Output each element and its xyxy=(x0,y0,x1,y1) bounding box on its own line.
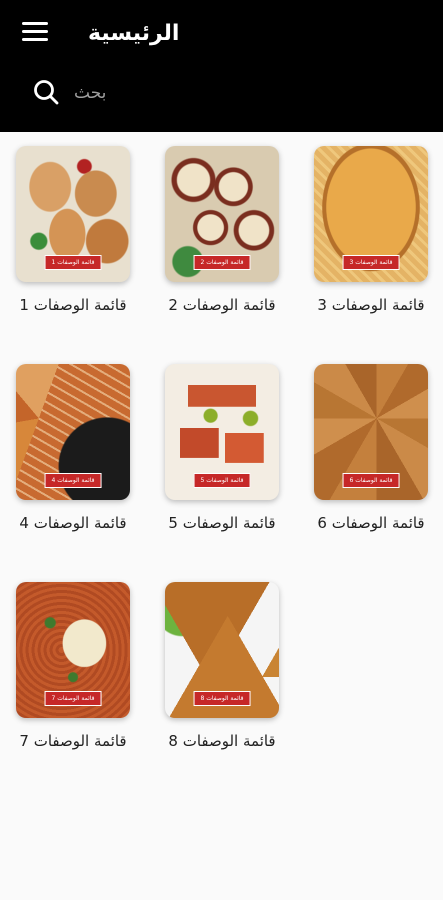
recipe-list-label[interactable]: قائمة الوصفات 3 xyxy=(306,296,436,314)
recipe-list-thumbnail[interactable]: قائمة الوصفات 7 xyxy=(16,582,130,718)
recipe-list-label[interactable]: قائمة الوصفات 6 xyxy=(306,514,436,532)
recipe-list-thumbnail[interactable]: قائمة الوصفات 6 xyxy=(314,364,428,500)
thumbnail-tag: قائمة الوصفات 5 xyxy=(193,473,251,488)
recipe-list-thumbnail[interactable]: قائمة الوصفات 2 xyxy=(165,146,279,282)
recipe-list-thumbnail[interactable]: قائمة الوصفات 1 xyxy=(16,146,130,282)
recipe-list-card-7[interactable]: قائمة الوصفات 7 قائمة الوصفات 7 xyxy=(8,582,138,750)
thumbnail-tag: قائمة الوصفات 2 xyxy=(193,255,251,270)
recipe-list-card-6[interactable]: قائمة الوصفات 6 قائمة الوصفات 6 xyxy=(306,364,436,532)
recipe-list-label[interactable]: قائمة الوصفات 2 xyxy=(157,296,287,314)
thumbnail-tag: قائمة الوصفات 8 xyxy=(193,691,251,706)
recipe-list-card-8[interactable]: قائمة الوصفات 8 قائمة الوصفات 8 xyxy=(157,582,287,750)
recipe-list-card-1[interactable]: قائمة الوصفات 1 قائمة الوصفات 1 xyxy=(8,146,138,314)
recipe-list-card-3[interactable]: قائمة الوصفات 3 قائمة الوصفات 3 xyxy=(306,146,436,314)
search-bar xyxy=(0,68,443,118)
app-bar: الرئيسية xyxy=(0,0,443,132)
thumbnail-tag: قائمة الوصفات 4 xyxy=(44,473,102,488)
thumbnail-tag: قائمة الوصفات 3 xyxy=(342,255,400,270)
search-icon[interactable] xyxy=(32,78,60,106)
recipe-list-card-4[interactable]: قائمة الوصفات 4 قائمة الوصفات 4 xyxy=(8,364,138,532)
thumbnail-tag: قائمة الوصفات 1 xyxy=(44,255,102,270)
recipe-list-thumbnail[interactable]: قائمة الوصفات 5 xyxy=(165,364,279,500)
hamburger-menu-icon[interactable] xyxy=(22,22,48,44)
recipe-list-card-5[interactable]: قائمة الوصفات 5 قائمة الوصفات 5 xyxy=(157,364,287,532)
recipe-list-label[interactable]: قائمة الوصفات 4 xyxy=(8,514,138,532)
recipe-list-label[interactable]: قائمة الوصفات 7 xyxy=(8,732,138,750)
recipe-list-thumbnail[interactable]: قائمة الوصفات 4 xyxy=(16,364,130,500)
page-title: الرئيسية xyxy=(88,21,180,46)
recipe-list-label[interactable]: قائمة الوصفات 5 xyxy=(157,514,287,532)
thumbnail-tag: قائمة الوصفات 6 xyxy=(342,473,400,488)
search-input[interactable] xyxy=(72,74,416,112)
recipe-list-thumbnail[interactable]: قائمة الوصفات 3 xyxy=(314,146,428,282)
recipe-list-label[interactable]: قائمة الوصفات 1 xyxy=(8,296,138,314)
recipe-list-thumbnail[interactable]: قائمة الوصفات 8 xyxy=(165,582,279,718)
recipe-list-card-2[interactable]: قائمة الوصفات 2 قائمة الوصفات 2 xyxy=(157,146,287,314)
thumbnail-tag: قائمة الوصفات 7 xyxy=(44,691,102,706)
recipe-list-label[interactable]: قائمة الوصفات 8 xyxy=(157,732,287,750)
